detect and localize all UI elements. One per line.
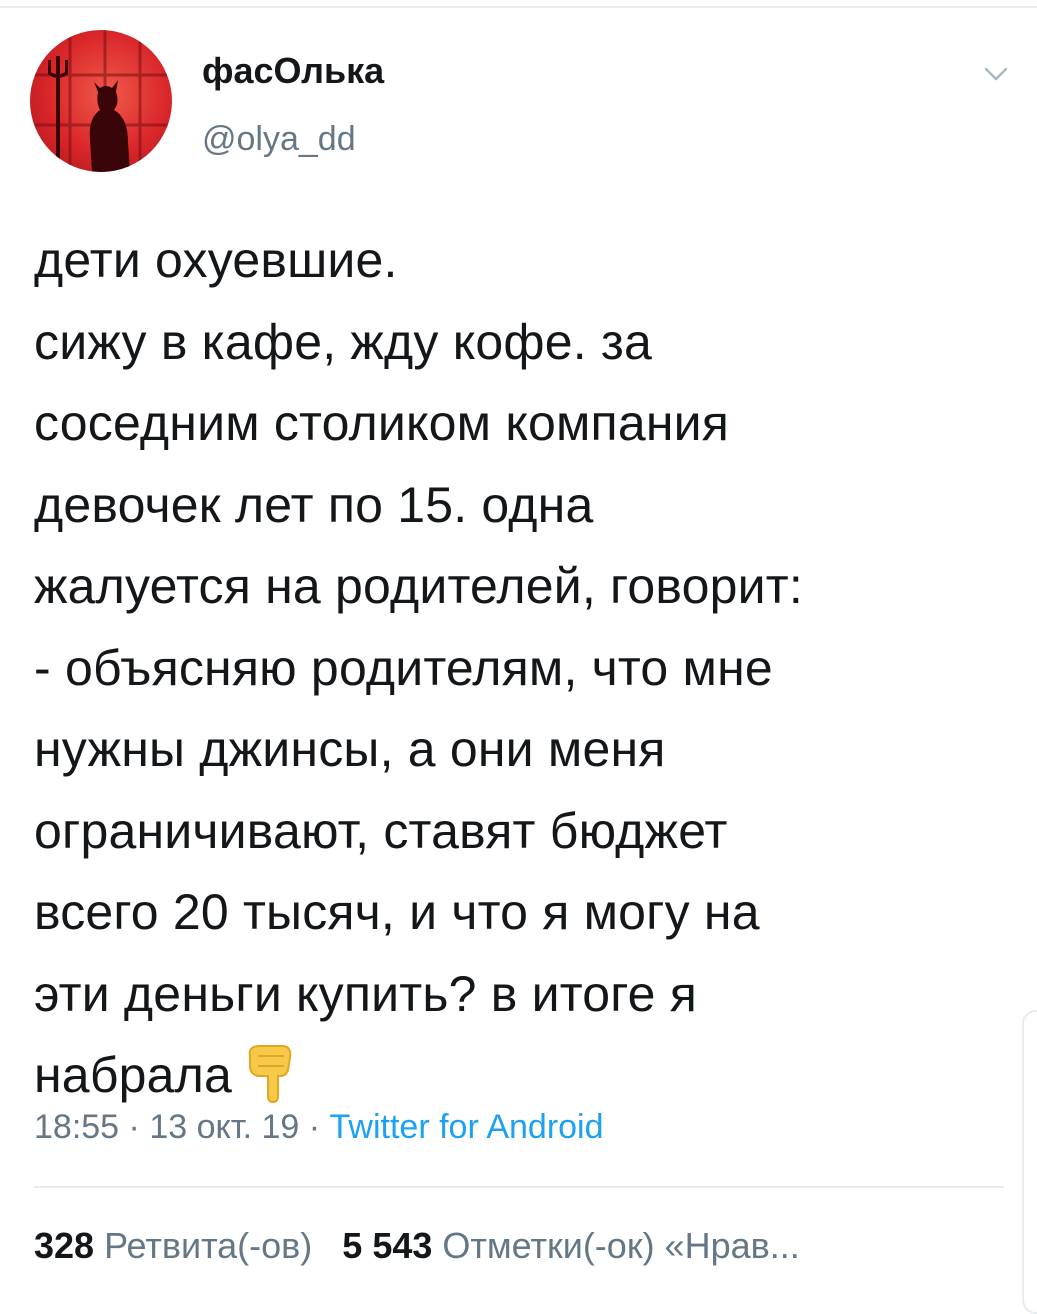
divider — [34, 1186, 1004, 1188]
tweet-source-link[interactable]: Twitter for Android — [330, 1108, 604, 1146]
tweet-line: соседним столиком компания — [34, 395, 730, 451]
retweets-stat[interactable]: 328 Ретвита(-ов) — [34, 1225, 312, 1266]
likes-label: Отметки(-ок) «Нрав... — [442, 1225, 800, 1266]
meta-separator: · — [308, 1108, 321, 1146]
tweet-line: эти деньги купить? в итоге я — [34, 965, 697, 1022]
meta-separator: · — [128, 1108, 140, 1146]
avatar-image — [30, 30, 172, 172]
tweet-line: жалуется на родителей, говорит: — [34, 558, 803, 614]
tweet-date[interactable]: 13 окт. 19 — [149, 1108, 299, 1146]
chevron-down-icon[interactable] — [978, 56, 1014, 92]
likes-stat[interactable]: 5 543 Отметки(-ок) «Нрав... — [342, 1225, 799, 1266]
author-name[interactable]: фасОлька — [202, 50, 384, 92]
retweets-label: Ретвита(-ов) — [104, 1225, 313, 1266]
tweet-line: нужны джинсы, а они меня — [34, 721, 666, 777]
avatar[interactable] — [30, 30, 172, 172]
tweet-line: ограничивают, ставят бюджет — [34, 802, 728, 859]
tweet-header: фасОлька @olya_dd — [30, 30, 1010, 180]
tweet-line: дети охуевшие. — [34, 232, 398, 288]
tweet-text: дети охуевшие. сижу в кафе, жду кофе. за… — [34, 220, 1014, 1117]
tweet-line: - объясняю родителям, что мне — [34, 639, 773, 696]
retweets-count: 328 — [34, 1225, 95, 1266]
tweet-line: девочек лет по 15. одна — [34, 476, 594, 533]
tweet-time: 18:55 — [34, 1108, 120, 1146]
tweet-meta: 18:55 · 13 окт. 19 · Twitter for Android — [34, 1108, 604, 1147]
tweet-line: всего 20 тысяч, и что я могу на — [34, 884, 760, 940]
next-card-edge — [1022, 1010, 1037, 1314]
tweet-last-line: набрала — [34, 1035, 1014, 1117]
author-handle[interactable]: @olya_dd — [202, 120, 356, 159]
likes-count: 5 543 — [342, 1225, 433, 1266]
top-border — [0, 6, 1037, 8]
tweet-line: сижу в кафе, жду кофе. за — [34, 313, 653, 370]
tweet-stats: 328 Ретвита(-ов) 5 543 Отметки(-ок) «Нрав… — [34, 1225, 800, 1267]
pointing-down-emoji — [248, 1045, 292, 1104]
tweet-line: набрала — [34, 1047, 233, 1103]
